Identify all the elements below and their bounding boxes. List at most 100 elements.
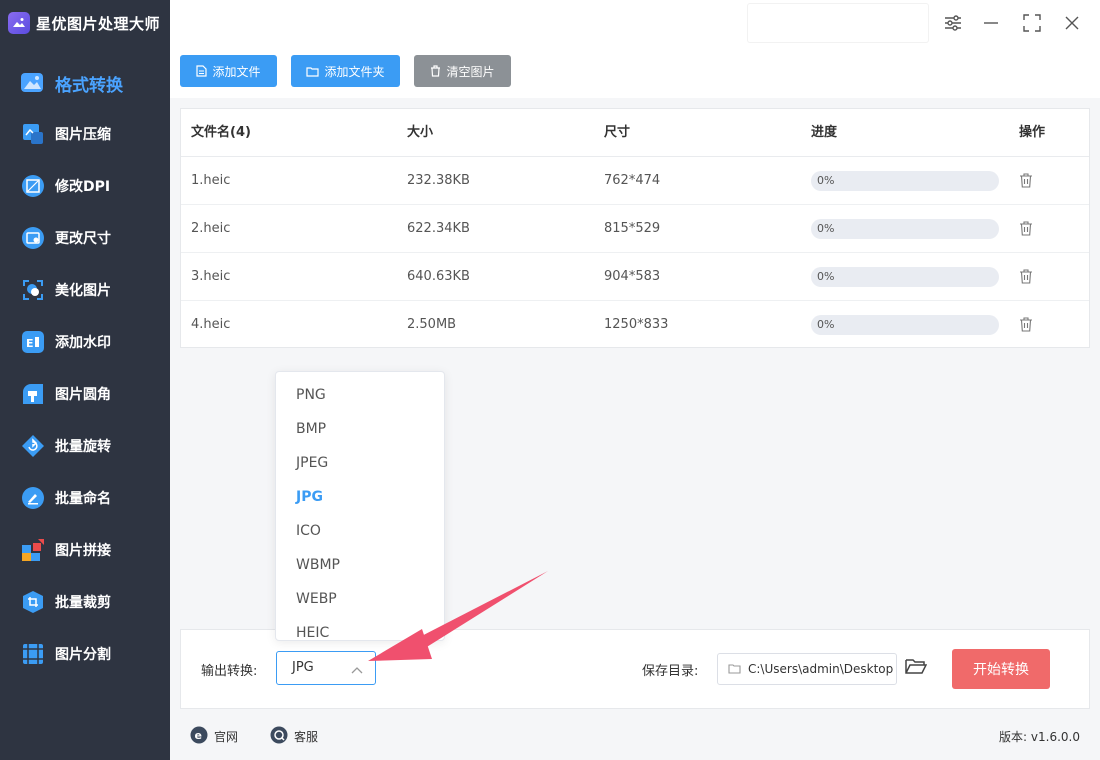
sidebar-item-watermark[interactable]: E 添加水印	[0, 316, 170, 368]
sidebar-item-round-corner[interactable]: 图片圆角	[0, 368, 170, 420]
format-option-png[interactable]: PNG	[276, 378, 444, 412]
toolbar: 添加文件 添加文件夹 清空图片	[170, 46, 1100, 98]
format-option-jpg[interactable]: JPG	[276, 480, 444, 514]
cell-dimensions: 1250*833	[604, 317, 669, 332]
header-dimensions: 尺寸	[604, 125, 631, 140]
crop-icon	[20, 589, 46, 615]
maximize-icon[interactable]	[1019, 10, 1045, 36]
file-icon	[196, 65, 208, 77]
sidebar-item-beautify[interactable]: 美化图片	[0, 264, 170, 316]
clear-images-button[interactable]: 清空图片	[414, 55, 511, 87]
table-header: 文件名(4) 大小 尺寸 进度 操作	[181, 109, 1089, 157]
cell-dimensions: 815*529	[604, 221, 661, 236]
save-dir-label: 保存目录:	[642, 664, 699, 679]
rename-icon	[20, 485, 46, 511]
rotate-icon	[20, 433, 46, 459]
open-folder-icon[interactable]	[905, 657, 929, 681]
output-format-label: 输出转换:	[201, 664, 258, 679]
compress-icon	[20, 121, 46, 147]
cell-dimensions: 762*474	[604, 173, 661, 188]
save-dir-input[interactable]: C:\Users\admin\Desktop	[717, 653, 897, 685]
delete-trash-icon[interactable]	[1019, 317, 1035, 333]
table-row: 1.heic 232.38KB 762*474 0%	[181, 157, 1089, 205]
sidebar-item-resize[interactable]: 更改尺寸	[0, 212, 170, 264]
progress-bar: 0%	[811, 267, 999, 287]
folder-icon	[306, 66, 320, 77]
output-settings-panel: 输出转换: JPG 保存目录: C:\Users\admin\Desktop 开…	[180, 629, 1090, 709]
cell-size: 622.34KB	[407, 221, 470, 236]
app-logo-icon	[8, 12, 30, 34]
sidebar-item-label: 图片压缩	[55, 127, 111, 143]
customer-service-link[interactable]: 客服	[270, 726, 318, 747]
sidebar-item-format-convert[interactable]: 格式转换	[0, 57, 170, 109]
sidebar: 星优图片处理大师 格式转换 图片压缩 修改DPI 更改尺寸 美化图片 E 添加水…	[0, 0, 170, 760]
header-action: 操作	[1019, 125, 1046, 140]
format-option-jpeg[interactable]: JPEG	[276, 446, 444, 480]
version-text: 版本: v1.6.0.0	[999, 730, 1080, 744]
header-progress: 进度	[811, 125, 838, 140]
format-option-ico[interactable]: ICO	[276, 514, 444, 548]
delete-trash-icon[interactable]	[1019, 173, 1035, 189]
progress-text: 0%	[817, 222, 835, 235]
clear-images-label: 清空图片	[446, 64, 495, 79]
sidebar-item-compress[interactable]: 图片压缩	[0, 108, 170, 160]
app-title: 星优图片处理大师	[36, 14, 161, 33]
add-folder-label: 添加文件夹	[324, 64, 385, 79]
footer: e 官网 客服 版本: v1.6.0.0	[170, 712, 1100, 760]
puzzle-icon	[20, 537, 46, 563]
svg-text:E: E	[26, 337, 34, 350]
table-row: 3.heic 640.63KB 904*583 0%	[181, 253, 1089, 301]
sidebar-item-label: 格式转换	[55, 75, 123, 96]
cell-size: 232.38KB	[407, 173, 470, 188]
delete-trash-icon[interactable]	[1019, 269, 1035, 285]
table-row: 4.heic 2.50MB 1250*833 0%	[181, 301, 1089, 349]
file-table: 文件名(4) 大小 尺寸 进度 操作 1.heic 232.38KB 762*4…	[180, 108, 1090, 348]
cell-filename: 3.heic	[191, 269, 231, 284]
sidebar-item-label: 修改DPI	[55, 179, 111, 195]
progress-bar: 0%	[811, 219, 999, 239]
delete-trash-icon[interactable]	[1019, 221, 1035, 237]
cell-filename: 4.heic	[191, 317, 231, 332]
settings-sliders-icon[interactable]	[940, 10, 966, 36]
title-bar-blank	[748, 4, 928, 42]
format-option-bmp[interactable]: BMP	[276, 412, 444, 446]
table-row: 2.heic 622.34KB 815*529 0%	[181, 205, 1089, 253]
output-format-value: JPG	[292, 660, 314, 675]
add-file-button[interactable]: 添加文件	[180, 55, 277, 87]
cell-dimensions: 904*583	[604, 269, 661, 284]
sidebar-item-label: 批量旋转	[55, 439, 111, 455]
save-dir-path: C:\Users\admin\Desktop	[748, 662, 894, 676]
add-folder-button[interactable]: 添加文件夹	[291, 55, 400, 87]
sidebar-item-split[interactable]: 图片分割	[0, 628, 170, 680]
minimize-icon[interactable]	[978, 10, 1004, 36]
svg-text:e: e	[195, 729, 202, 742]
sidebar-item-dpi[interactable]: 修改DPI	[0, 160, 170, 212]
split-icon	[20, 641, 46, 667]
resize-icon	[20, 225, 46, 251]
sidebar-item-rotate[interactable]: 批量旋转	[0, 420, 170, 472]
round-corner-icon	[20, 381, 46, 407]
start-convert-button[interactable]: 开始转换	[952, 649, 1050, 689]
annotation-arrow-icon	[368, 571, 548, 661]
beautify-icon	[20, 277, 46, 303]
sidebar-item-crop[interactable]: 批量裁剪	[0, 576, 170, 628]
watermark-icon: E	[20, 329, 46, 355]
cell-size: 2.50MB	[407, 317, 457, 332]
progress-bar: 0%	[811, 315, 999, 335]
sidebar-item-label: 更改尺寸	[55, 231, 111, 247]
image-icon	[20, 70, 46, 96]
trash-icon	[431, 65, 441, 77]
progress-text: 0%	[817, 318, 835, 331]
header-filename: 文件名(4)	[191, 125, 251, 140]
header-size: 大小	[407, 125, 434, 140]
cell-size: 640.63KB	[407, 269, 470, 284]
customer-service-label: 客服	[294, 730, 319, 744]
sidebar-item-rename[interactable]: 批量命名	[0, 472, 170, 524]
close-icon[interactable]	[1059, 10, 1085, 36]
sidebar-item-label: 批量命名	[55, 491, 111, 507]
website-label: 官网	[214, 730, 239, 744]
sidebar-item-puzzle[interactable]: 图片拼接	[0, 524, 170, 576]
website-link[interactable]: e 官网	[190, 726, 238, 747]
app-title-bar: 星优图片处理大师	[0, 0, 170, 46]
folder-outline-icon	[728, 663, 741, 678]
